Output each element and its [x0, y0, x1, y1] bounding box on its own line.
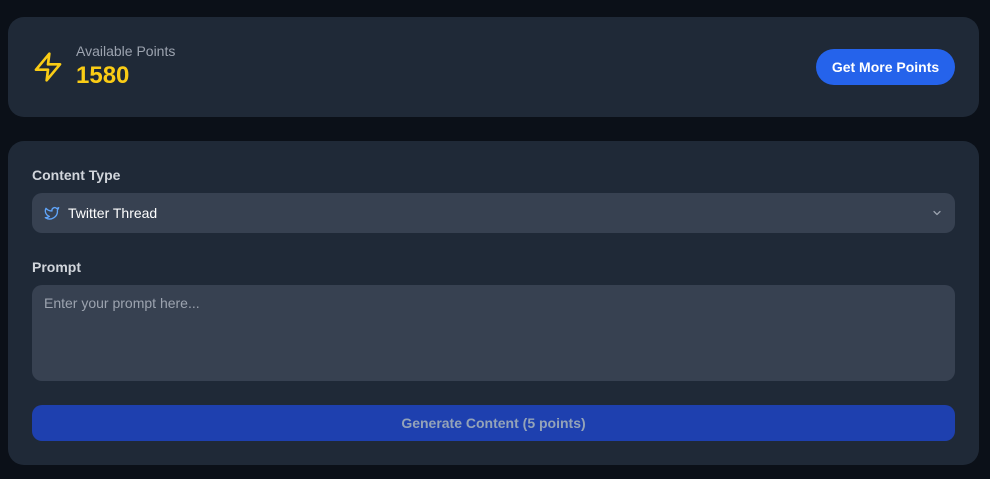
- prompt-input[interactable]: [32, 285, 955, 381]
- prompt-label: Prompt: [32, 259, 81, 275]
- chevron-down-icon: [933, 210, 941, 216]
- content-type-selected-value: Twitter Thread: [68, 205, 158, 221]
- available-points-label: Available Points: [76, 43, 176, 59]
- content-type-select[interactable]: Twitter Thread: [32, 193, 955, 233]
- content-form: Content Type Twitter Thread Prompt Gener…: [8, 141, 979, 465]
- content-type-label: Content Type: [32, 167, 121, 183]
- points-card: Available Points 1580 Get More Points: [8, 17, 979, 117]
- twitter-icon: [44, 207, 60, 220]
- get-more-points-button[interactable]: Get More Points: [816, 49, 955, 85]
- generate-content-button[interactable]: Generate Content (5 points): [32, 405, 955, 441]
- available-points-value: 1580: [76, 62, 130, 89]
- lightning-bolt-icon: [34, 52, 62, 82]
